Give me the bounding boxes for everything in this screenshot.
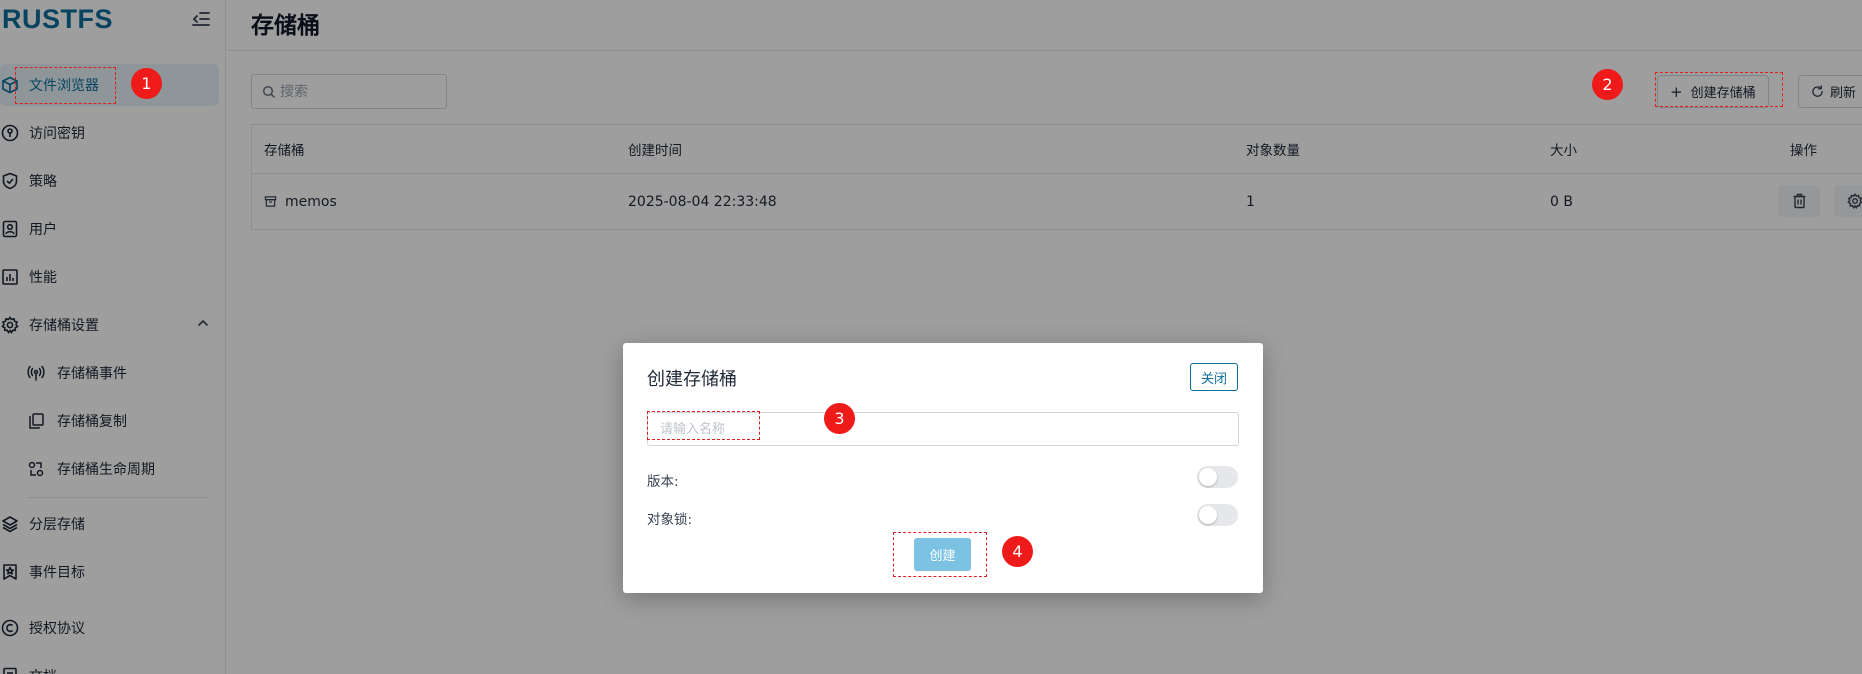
annotation-box-1 xyxy=(15,67,116,104)
annotation-badge-4: 4 xyxy=(1002,536,1033,567)
annotation-box-2 xyxy=(1655,72,1783,107)
annotation-box-3 xyxy=(647,411,760,440)
annotation-badge-3: 3 xyxy=(824,403,855,434)
close-button[interactable]: 关闭 xyxy=(1190,363,1238,391)
annotation-badge-1: 1 xyxy=(131,68,162,99)
object-lock-label: 对象锁: xyxy=(647,512,693,528)
object-lock-toggle[interactable] xyxy=(1197,504,1238,526)
annotation-box-4 xyxy=(893,532,987,577)
version-label: 版本: xyxy=(647,474,679,490)
version-toggle[interactable] xyxy=(1197,466,1238,488)
dialog-title: 创建存储桶 xyxy=(647,369,737,390)
annotation-badge-2: 2 xyxy=(1592,69,1623,100)
